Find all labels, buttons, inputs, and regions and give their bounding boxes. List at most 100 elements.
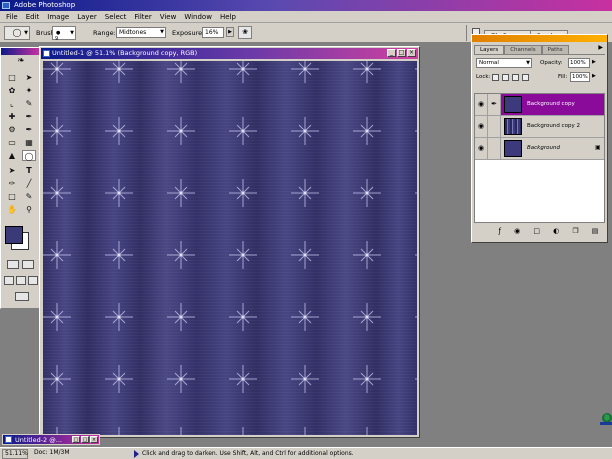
tool-preset-picker[interactable]: ◯ ▼ [4, 26, 30, 40]
fill-slider-toggle[interactable]: ▶ [592, 73, 596, 79]
quick-mask-mode-button[interactable] [22, 260, 34, 269]
menu-edit[interactable]: Edit [22, 11, 44, 23]
history-brush-tool-icon[interactable]: ✒ [22, 124, 36, 135]
adjustment-layer-icon[interactable]: ◐ [553, 227, 559, 235]
hand-tool-icon[interactable]: ✋ [5, 204, 19, 215]
menu-view[interactable]: View [156, 11, 181, 23]
menu-layer[interactable]: Layer [73, 11, 101, 23]
layer-row-background-copy-2[interactable]: ◉ Background copy 2 [475, 116, 604, 138]
healing-brush-tool-icon[interactable]: ✚ [5, 111, 19, 122]
lasso-tool-icon[interactable]: ✿ [5, 85, 19, 96]
palette-menu-icon[interactable]: ▶ [598, 44, 603, 51]
layers-palette-titlebar[interactable] [472, 35, 607, 42]
range-select[interactable]: Midtones ▼ [116, 27, 166, 38]
path-selection-tool-icon[interactable]: ➤ [5, 165, 19, 176]
layer-row-background[interactable]: ◉ Background ▣ [475, 138, 604, 160]
brush-picker[interactable]: ● 9 ▼ [52, 26, 76, 42]
minimized-document-window[interactable]: Untitled-2 @... □ □ × [2, 434, 100, 445]
menu-filter[interactable]: Filter [130, 11, 155, 23]
jump-to-imageready-button[interactable] [15, 292, 29, 301]
maximize-button[interactable]: □ [81, 436, 89, 443]
image-canvas[interactable] [43, 61, 417, 435]
notes-tool-icon[interactable]: □ [5, 191, 19, 202]
zoom-field[interactable]: 51.11% [2, 449, 28, 459]
airbrush-toggle[interactable]: ❀ [238, 26, 252, 39]
marquee-tool-icon[interactable]: □ [5, 72, 19, 83]
eye-icon[interactable]: ◉ [475, 138, 488, 159]
layer-name: Background copy [527, 101, 575, 107]
blend-mode-select[interactable]: Normal ▼ [476, 58, 532, 68]
burn-tool-icon[interactable]: ◯ [22, 150, 36, 161]
lock-position-checkbox[interactable] [512, 74, 519, 81]
brush-tool-icon[interactable]: ✒ [22, 111, 36, 122]
lock-all-checkbox[interactable] [522, 74, 529, 81]
sparkle-mark [43, 241, 71, 269]
new-set-icon[interactable]: □ [533, 227, 540, 235]
close-button[interactable]: × [90, 436, 98, 443]
toolbox-titlebar [1, 48, 39, 55]
maximize-button[interactable]: □ [397, 49, 406, 57]
menu-window[interactable]: Window [180, 11, 216, 23]
document-info[interactable]: Doc: 1M/3M [32, 449, 132, 459]
close-button[interactable]: × [407, 49, 416, 57]
trash-icon[interactable]: ▤ [592, 227, 599, 235]
eyedropper-tool-icon[interactable]: ✎ [22, 191, 36, 202]
type-tool-icon[interactable]: T [22, 165, 36, 176]
layer-row-background-copy[interactable]: ◉ ✒ Background copy [475, 94, 604, 116]
fill-value: 100% [572, 74, 588, 80]
sparkle-mark [229, 61, 257, 83]
opacity-slider-toggle[interactable]: ▶ [592, 59, 596, 65]
eye-icon[interactable]: ◉ [475, 116, 488, 137]
screen-mode-full-button[interactable] [28, 276, 38, 285]
clone-stamp-tool-icon[interactable]: ⚙ [5, 124, 19, 135]
sparkle-mark [353, 365, 381, 393]
standard-mode-button[interactable] [7, 260, 19, 269]
move-tool-icon[interactable]: ➤ [22, 72, 36, 83]
document-titlebar[interactable]: Untitled-1 @ 51.1% (Background copy, RGB… [41, 48, 418, 59]
sparkle-mark [229, 365, 257, 393]
zoom-tool-icon[interactable]: ⚲ [22, 204, 36, 215]
adobe-online-icon[interactable]: ❧ [5, 56, 37, 70]
sparkle-mark [353, 117, 381, 145]
sparkle-mark [415, 68, 417, 70]
minimize-button[interactable]: _ [387, 49, 396, 57]
link-cell[interactable] [488, 116, 501, 137]
divider [466, 25, 467, 41]
menu-file[interactable]: File [2, 11, 22, 23]
exposure-slider-toggle[interactable]: ▶ [226, 27, 234, 37]
sparkle-mark [167, 179, 195, 207]
layer-style-icon[interactable]: ƒ [499, 227, 501, 235]
menu-select[interactable]: Select [101, 11, 131, 23]
lock-transparency-checkbox[interactable] [492, 74, 499, 81]
opacity-input[interactable]: 100% [568, 58, 590, 68]
slice-tool-icon[interactable]: ✎ [22, 98, 36, 109]
sparkle-mark [105, 241, 133, 269]
magic-wand-tool-icon[interactable]: ✦ [22, 85, 36, 96]
screen-mode-full-menu-button[interactable] [16, 276, 26, 285]
menu-help[interactable]: Help [216, 11, 240, 23]
mask-icon[interactable]: ◉ [514, 227, 520, 235]
blur-tool-icon[interactable]: ▲ [5, 150, 19, 161]
fill-input[interactable]: 100% [570, 72, 590, 82]
pen-tool-icon[interactable]: ✑ [5, 178, 19, 189]
globe-icon[interactable] [599, 409, 612, 426]
foreground-color-swatch[interactable] [5, 226, 23, 244]
link-cell[interactable] [488, 138, 501, 159]
menu-image[interactable]: Image [43, 11, 73, 23]
sparkle-mark [43, 179, 71, 207]
restore-button[interactable]: □ [72, 436, 80, 443]
chevron-down-icon: ▼ [160, 29, 164, 35]
gradient-tool-icon[interactable]: ▦ [22, 137, 36, 148]
lock-image-checkbox[interactable] [502, 74, 509, 81]
document-window: Untitled-1 @ 51.1% (Background copy, RGB… [39, 46, 420, 438]
sparkle-mark [43, 61, 71, 83]
crop-tool-icon[interactable]: ⌞ [5, 98, 19, 109]
line-tool-icon[interactable]: ╱ [22, 178, 36, 189]
eraser-tool-icon[interactable]: ▭ [5, 137, 19, 148]
screen-mode-standard-button[interactable] [4, 276, 14, 285]
eye-icon[interactable]: ◉ [475, 94, 488, 115]
sparkle-mark [229, 179, 257, 207]
exposure-input[interactable]: 16% [202, 27, 224, 38]
new-layer-icon[interactable]: ❐ [572, 227, 578, 235]
layers-palette: Layers Channels Paths ▶ Normal ▼ Opacity… [471, 34, 608, 243]
